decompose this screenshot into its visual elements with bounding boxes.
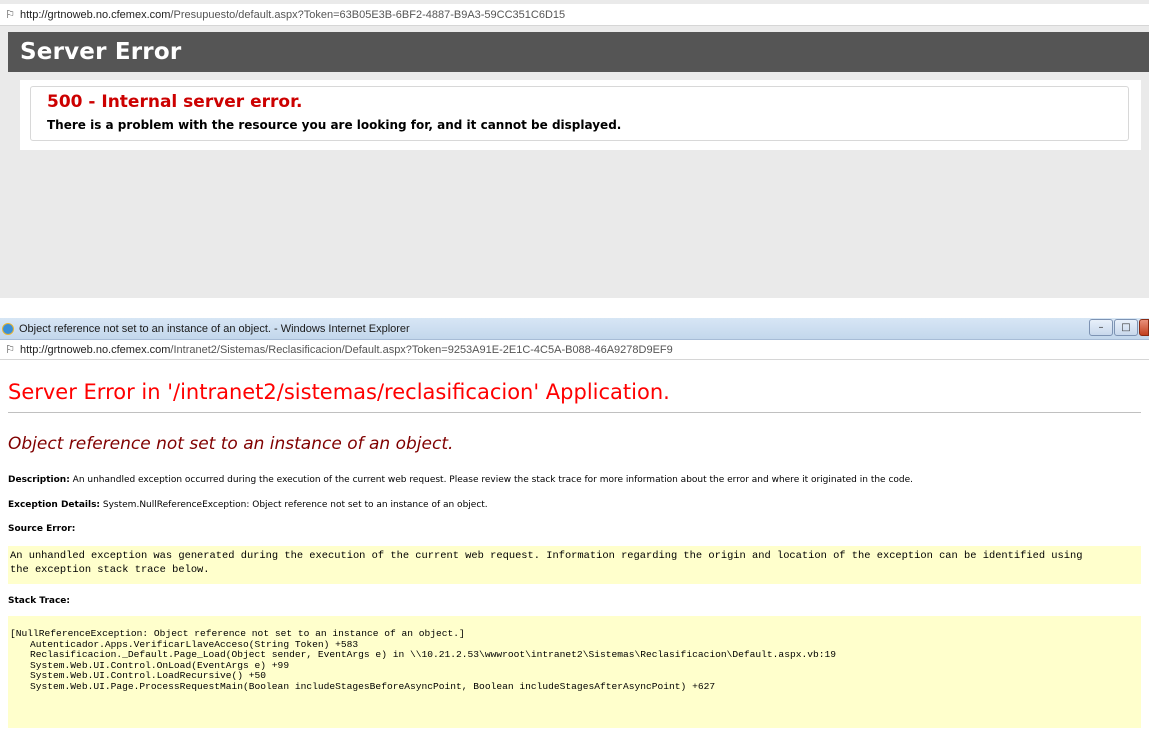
error-content: 500 - Internal server error. There is a … — [20, 80, 1141, 150]
address-url[interactable]: http://grtnoweb.no.cfemex.com/Presupuest… — [20, 9, 565, 21]
window-title-bar[interactable]: Object reference not set to an instance … — [0, 318, 1149, 340]
page-icon: ⚐ — [5, 8, 15, 21]
description-label: Description: — [8, 475, 70, 485]
minimize-button[interactable]: – — [1089, 319, 1113, 336]
exception-details-line: Exception Details: System.NullReferenceE… — [8, 500, 488, 510]
iis-error-window: ⚐ http://grtnoweb.no.cfemex.com/Presupue… — [0, 0, 1149, 298]
stack-trace-label: Stack Trace: — [8, 596, 71, 606]
divider — [8, 412, 1141, 413]
ie-icon — [2, 322, 14, 335]
window-title: Object reference not set to an instance … — [19, 322, 410, 335]
error-subtitle: Object reference not set to an instance … — [8, 434, 454, 454]
server-error-header: Server Error — [8, 32, 1149, 72]
url-path: /Intranet2/Sistemas/Reclasificacion/Defa… — [170, 343, 673, 356]
window-controls: – □ — [1089, 319, 1149, 336]
page-icon: ⚐ — [5, 343, 15, 356]
exception-text: System.NullReferenceException: Object re… — [100, 500, 488, 510]
stack-trace-line: System.Web.UI.Page.ProcessRequestMain(Bo… — [30, 680, 716, 692]
close-button[interactable] — [1139, 319, 1149, 336]
url-host: http://grtnoweb.no.cfemex.com — [20, 8, 171, 21]
stack-trace-line: [NullReferenceException: Object referenc… — [10, 628, 465, 639]
error-box: 500 - Internal server error. There is a … — [30, 86, 1129, 141]
page-title: Server Error in '/intranet2/sistemas/rec… — [8, 380, 670, 404]
source-error-line: the exception stack trace below. — [10, 564, 210, 576]
source-error-line: An unhandled exception was generated dur… — [10, 550, 1083, 562]
url-host: http://grtnoweb.no.cfemex.com — [20, 343, 171, 356]
source-error-label: Source Error: — [8, 524, 76, 534]
source-error-box: An unhandled exception was generated dur… — [8, 546, 1141, 584]
address-bar[interactable]: ⚐ http://grtnoweb.no.cfemex.com/Presupue… — [0, 4, 1149, 26]
ysod-window: Object reference not set to an instance … — [0, 318, 1149, 738]
url-path: /Presupuesto/default.aspx?Token=63B05E3B… — [170, 8, 566, 21]
address-url[interactable]: http://grtnoweb.no.cfemex.com/Intranet2/… — [20, 344, 673, 356]
maximize-button[interactable]: □ — [1114, 319, 1138, 336]
error-message: There is a problem with the resource you… — [47, 118, 622, 132]
header-title: Server Error — [20, 39, 182, 65]
address-bar[interactable]: ⚐ http://grtnoweb.no.cfemex.com/Intranet… — [0, 340, 1149, 360]
description-line: Description: An unhandled exception occu… — [8, 475, 913, 485]
error-code: 500 - Internal server error. — [47, 92, 303, 112]
exception-label: Exception Details: — [8, 500, 101, 510]
stack-trace-box: [NullReferenceException: Object referenc… — [8, 616, 1141, 728]
description-text: An unhandled exception occurred during t… — [69, 475, 914, 485]
